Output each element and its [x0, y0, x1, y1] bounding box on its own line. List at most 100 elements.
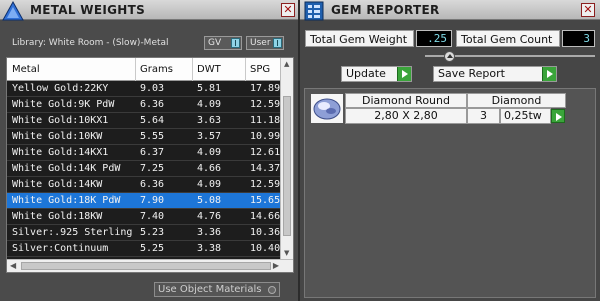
metal-weights-title: METAL WEIGHTS [30, 3, 146, 17]
metal-table-body: Yellow Gold:22KY 9.03 5.81 17.89 White Gold:… [7, 81, 281, 257]
toggle-switch-icon [231, 38, 240, 48]
user-toggle[interactable]: User [246, 36, 284, 50]
dwt-cell: 3.38 [197, 243, 222, 254]
spg-cell: 14.37 [250, 163, 281, 174]
spg-cell: 11.18 [250, 115, 281, 126]
metal-cell: White Gold:14K PdW [12, 163, 121, 174]
scroll-up-icon[interactable]: ▲ [284, 60, 289, 68]
grams-cell: 5.25 [140, 243, 165, 254]
spg-cell: 10.40 [250, 243, 281, 254]
gv-toggle-label: GV [208, 38, 222, 48]
table-row[interactable]: White Gold:9K PdW 6.36 4.09 12.59 [7, 97, 281, 113]
save-report-button-label: Save Report [438, 67, 505, 80]
table-row[interactable]: Silver:Continuum 5.25 3.38 10.40 [7, 241, 281, 257]
spg-cell: 10.36 [250, 227, 281, 238]
go-arrow-icon [397, 67, 411, 81]
column-header-grams[interactable]: Grams [140, 64, 173, 75]
total-gem-count-label: Total Gem Count [456, 30, 560, 47]
table-row[interactable]: White Gold:18K PdW 7.90 5.08 15.65 [7, 193, 281, 209]
gem-reporter-title: GEM REPORTER [331, 3, 440, 17]
table-row[interactable]: White Gold:18KW 7.40 4.76 14.66 [7, 209, 281, 225]
total-gem-count-value: 3 [562, 30, 595, 47]
table-row[interactable]: Yellow Gold:22KY 9.03 5.81 17.89 [7, 81, 281, 97]
horizontal-scroll-thumb[interactable] [21, 262, 271, 270]
dwt-cell: 5.08 [197, 195, 222, 206]
go-arrow-icon [542, 67, 556, 81]
metal-cell: Yellow Gold:22KY [12, 83, 109, 94]
dwt-cell: 4.66 [197, 163, 222, 174]
column-header-metal[interactable]: Metal [12, 64, 40, 75]
gem-shape-header: Diamond Round [345, 93, 467, 108]
spg-cell: 12.59 [250, 179, 281, 190]
grams-cell: 6.37 [140, 147, 165, 158]
save-report-button[interactable]: Save Report [433, 66, 557, 82]
metal-table: Metal Grams DWT SPG Yellow Gold:22KY 9.03… [6, 57, 294, 273]
scroll-left-icon[interactable]: ◀ [10, 261, 16, 270]
gem-size-cell: 2,80 X 2,80 [345, 108, 467, 124]
metal-cell: Silver:Continuum [12, 243, 109, 254]
radio-icon[interactable] [268, 286, 276, 294]
metal-weights-panel: METAL WEIGHTS ✕ Library: White Room - (S… [0, 0, 298, 301]
dwt-cell: 4.76 [197, 211, 222, 222]
metal-cell: White Gold:9K PdW [12, 99, 115, 110]
metal-cell: White Gold:18KW [12, 211, 103, 222]
gv-toggle[interactable]: GV [204, 36, 242, 50]
scroll-down-icon[interactable]: ▼ [284, 249, 289, 257]
gem-count-cell: 3 [467, 108, 500, 124]
dwt-cell: 3.57 [197, 131, 222, 142]
spg-cell: 12.59 [250, 99, 281, 110]
table-row[interactable]: White Gold:10KW 5.55 3.57 10.99 [7, 129, 281, 145]
update-button-label: Update [346, 67, 386, 80]
library-label: Library: White Room - (Slow)-Metal [12, 38, 169, 48]
total-gem-weight-label: Total Gem Weight [305, 30, 414, 47]
dwt-cell: 5.81 [197, 83, 222, 94]
metal-cell: White Gold:10KW [12, 131, 103, 142]
column-header-spg[interactable]: SPG [250, 64, 270, 75]
grams-cell: 9.03 [140, 83, 165, 94]
vertical-scroll-thumb[interactable] [283, 96, 291, 236]
table-row[interactable]: White Gold:14KX1 6.37 4.09 12.61 [7, 145, 281, 161]
horizontal-scrollbar[interactable]: ◀ ▶ [7, 259, 293, 272]
grams-cell: 5.55 [140, 131, 165, 142]
gem-material-header: Diamond [467, 93, 566, 108]
column-header-dwt[interactable]: DWT [197, 64, 221, 75]
update-button[interactable]: Update [341, 66, 412, 82]
table-row[interactable]: White Gold:14K PdW 7.25 4.66 14.37 [7, 161, 281, 177]
app-logo-icon [2, 1, 24, 21]
metal-cell: White Gold:14KX1 [12, 147, 109, 158]
spg-cell: 14.66 [250, 211, 281, 222]
metal-weights-titlebar: METAL WEIGHTS ✕ [0, 0, 298, 21]
gem-reporter-titlebar: GEM REPORTER ✕ [300, 0, 600, 21]
grams-cell: 7.90 [140, 195, 165, 206]
gem-weight-cell: 0,25tw [500, 108, 551, 124]
use-object-materials-option[interactable]: Use Object Materials [154, 282, 280, 297]
dwt-cell: 3.63 [197, 115, 222, 126]
dwt-cell: 4.09 [197, 147, 222, 158]
toggle-switch-icon [273, 38, 282, 48]
table-row[interactable]: Silver:.925 Sterling 5.23 3.36 10.36 [7, 225, 281, 241]
vertical-scrollbar[interactable]: ▲ ▼ [280, 58, 293, 259]
total-gem-weight-value: .25 [416, 30, 452, 47]
close-icon[interactable]: ✕ [281, 3, 295, 17]
scroll-right-icon[interactable]: ▶ [273, 261, 279, 270]
spg-cell: 17.89 [250, 83, 281, 94]
metal-cell: White Gold:10KX1 [12, 115, 109, 126]
user-toggle-label: User [250, 38, 271, 48]
grams-cell: 7.40 [140, 211, 165, 222]
spg-cell: 10.99 [250, 131, 281, 142]
spg-cell: 15.65 [250, 195, 281, 206]
dwt-cell: 4.09 [197, 99, 222, 110]
gem-slider-knob[interactable] [444, 51, 455, 62]
table-row[interactable]: White Gold:14KW 6.36 4.09 12.59 [7, 177, 281, 193]
table-row[interactable]: White Gold:10KX1 5.64 3.63 11.18 [7, 113, 281, 129]
metal-table-header: Metal Grams DWT SPG [7, 58, 281, 81]
grams-cell: 6.36 [140, 179, 165, 190]
metal-cell: White Gold:14KW [12, 179, 103, 190]
grams-cell: 6.36 [140, 99, 165, 110]
dwt-cell: 4.09 [197, 179, 222, 190]
close-icon[interactable]: ✕ [581, 3, 595, 17]
dwt-cell: 3.36 [197, 227, 222, 238]
go-arrow-icon[interactable] [551, 109, 565, 123]
diamond-thumbnail-icon[interactable] [310, 93, 344, 124]
metal-cell: Silver:.925 Sterling [12, 227, 133, 238]
